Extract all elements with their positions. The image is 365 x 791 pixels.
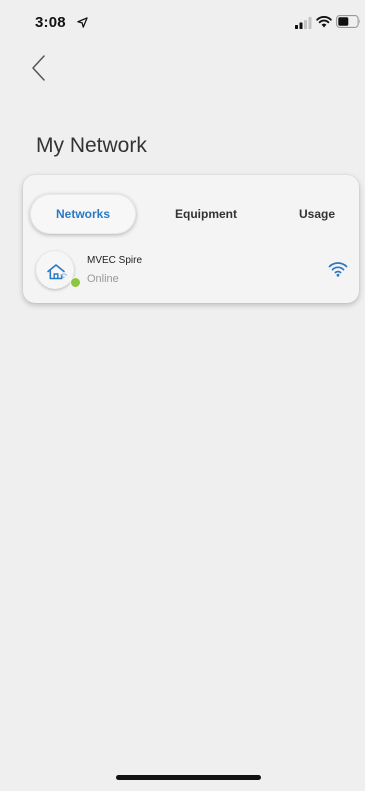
- network-card: Networks Equipment Usage MVEC Spire Onli…: [23, 175, 359, 303]
- network-list-item[interactable]: MVEC Spire Online: [33, 247, 351, 293]
- network-name: MVEC Spire: [87, 255, 143, 266]
- home-indicator: [116, 775, 261, 780]
- home-wifi-icon: [47, 264, 68, 280]
- chevron-left-icon: [32, 55, 45, 81]
- wifi-status-icon: [316, 16, 332, 28]
- online-status-dot: [70, 277, 81, 288]
- tab-equipment[interactable]: Equipment: [151, 194, 261, 234]
- tab-bar: Networks Equipment Usage: [29, 194, 353, 234]
- network-avatar: [36, 251, 74, 289]
- network-status: Online: [87, 273, 119, 285]
- page-title: My Network: [36, 134, 147, 157]
- screen: 3:08 My Network Networks Equipment Usage…: [0, 0, 365, 791]
- battery-icon: [336, 15, 361, 28]
- status-time: 3:08: [35, 14, 66, 31]
- back-button[interactable]: [28, 53, 52, 83]
- status-bar: 3:08: [0, 0, 365, 44]
- wifi-icon: [328, 262, 348, 277]
- cellular-signal-icon: [295, 17, 312, 29]
- tab-networks[interactable]: Networks: [30, 194, 136, 234]
- tab-usage[interactable]: Usage: [277, 194, 357, 234]
- location-arrow-icon: [77, 17, 88, 28]
